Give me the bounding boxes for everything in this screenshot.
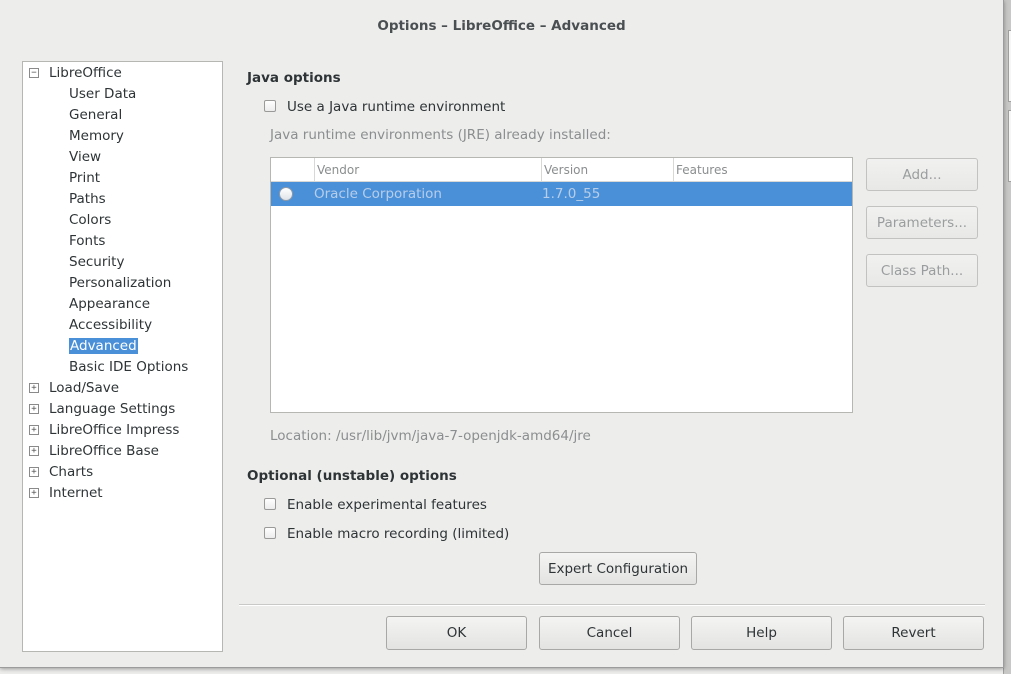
expand-icon[interactable]: + (29, 425, 39, 435)
macro-recording-label: Enable macro recording (limited) (287, 526, 510, 542)
jre-location: Location: /usr/lib/jvm/java-7-openjdk-am… (270, 428, 591, 444)
jre-table-header: Vendor Version Features (271, 158, 852, 182)
expand-icon[interactable]: + (29, 467, 39, 477)
expert-configuration-button[interactable]: Expert Configuration (539, 552, 697, 585)
expand-icon[interactable]: + (29, 446, 39, 456)
use-jre-checkbox[interactable] (264, 100, 276, 112)
tree-item-fonts[interactable]: Fonts (69, 231, 105, 251)
tree-item-view[interactable]: View (69, 147, 101, 167)
tree-item-user-data[interactable]: User Data (69, 84, 136, 104)
column-header-version[interactable]: Version (541, 158, 673, 181)
options-dialog: Options – LibreOffice – Advanced − Libre… (0, 0, 1004, 668)
experimental-features-label: Enable experimental features (287, 497, 487, 513)
experimental-features-option[interactable]: Enable experimental features (264, 495, 487, 515)
jre-select-radio[interactable] (279, 187, 293, 201)
jre-installed-label: Java runtime environments (JRE) already … (270, 127, 611, 143)
tree-item-appearance[interactable]: Appearance (69, 294, 150, 314)
tree-item-basic-ide-options[interactable]: Basic IDE Options (69, 357, 188, 377)
collapse-icon[interactable]: − (29, 68, 39, 78)
expand-icon[interactable]: + (29, 383, 39, 393)
options-tree[interactable]: − LibreOffice User Data General Memory V… (22, 61, 223, 652)
class-path-button-label: Class Path... (880, 262, 964, 279)
help-button[interactable]: Help (691, 616, 832, 650)
experimental-features-checkbox[interactable] (264, 498, 276, 510)
table-row[interactable]: Oracle Corporation 1.7.0_55 (271, 182, 852, 206)
tree-item-advanced[interactable]: Advanced (69, 336, 138, 356)
revert-button-label: Revert (891, 625, 936, 641)
class-path-button[interactable]: Class Path... (866, 254, 978, 287)
jre-table[interactable]: Vendor Version Features Oracle Corporati… (270, 157, 853, 413)
macro-recording-checkbox[interactable] (264, 527, 276, 539)
use-jre-option[interactable]: Use a Java runtime environment (264, 97, 505, 117)
java-options-heading: Java options (247, 70, 341, 86)
optional-options-heading: Optional (unstable) options (247, 468, 457, 484)
jre-version-cell: 1.7.0_55 (542, 186, 601, 202)
tree-item-security[interactable]: Security (69, 252, 124, 272)
dialog-title: Options – LibreOffice – Advanced (377, 18, 626, 34)
add-jre-button[interactable]: Add... (866, 158, 978, 191)
revert-button[interactable]: Revert (843, 616, 984, 650)
footer-separator (239, 604, 985, 606)
tree-item-colors[interactable]: Colors (69, 210, 111, 230)
expand-icon[interactable]: + (29, 488, 39, 498)
tree-item-print[interactable]: Print (69, 168, 100, 188)
jre-vendor-cell: Oracle Corporation (314, 186, 442, 202)
desktop: Options – LibreOffice – Advanced − Libre… (0, 0, 1011, 674)
expand-icon[interactable]: + (29, 404, 39, 414)
tree-item-personalization[interactable]: Personalization (69, 273, 171, 293)
macro-recording-option[interactable]: Enable macro recording (limited) (264, 524, 509, 544)
add-jre-button-label: Add... (902, 166, 942, 183)
parameters-button[interactable]: Parameters... (866, 206, 978, 239)
help-button-label: Help (746, 625, 777, 641)
column-header-vendor[interactable]: Vendor (314, 158, 541, 181)
tree-item-general[interactable]: General (69, 105, 122, 125)
expert-configuration-button-label: Expert Configuration (547, 560, 689, 577)
column-header-features[interactable]: Features (673, 158, 852, 181)
tree-item-memory[interactable]: Memory (69, 126, 124, 146)
use-jre-label: Use a Java runtime environment (287, 99, 506, 115)
ok-button-label: OK (446, 625, 467, 641)
cancel-button-label: Cancel (586, 625, 633, 641)
ok-button[interactable]: OK (386, 616, 527, 650)
parameters-button-label: Parameters... (876, 214, 968, 231)
cancel-button[interactable]: Cancel (539, 616, 680, 650)
tree-item-paths[interactable]: Paths (69, 189, 106, 209)
tree-item-accessibility[interactable]: Accessibility (69, 315, 152, 335)
background-window-edge (1003, 0, 1011, 674)
